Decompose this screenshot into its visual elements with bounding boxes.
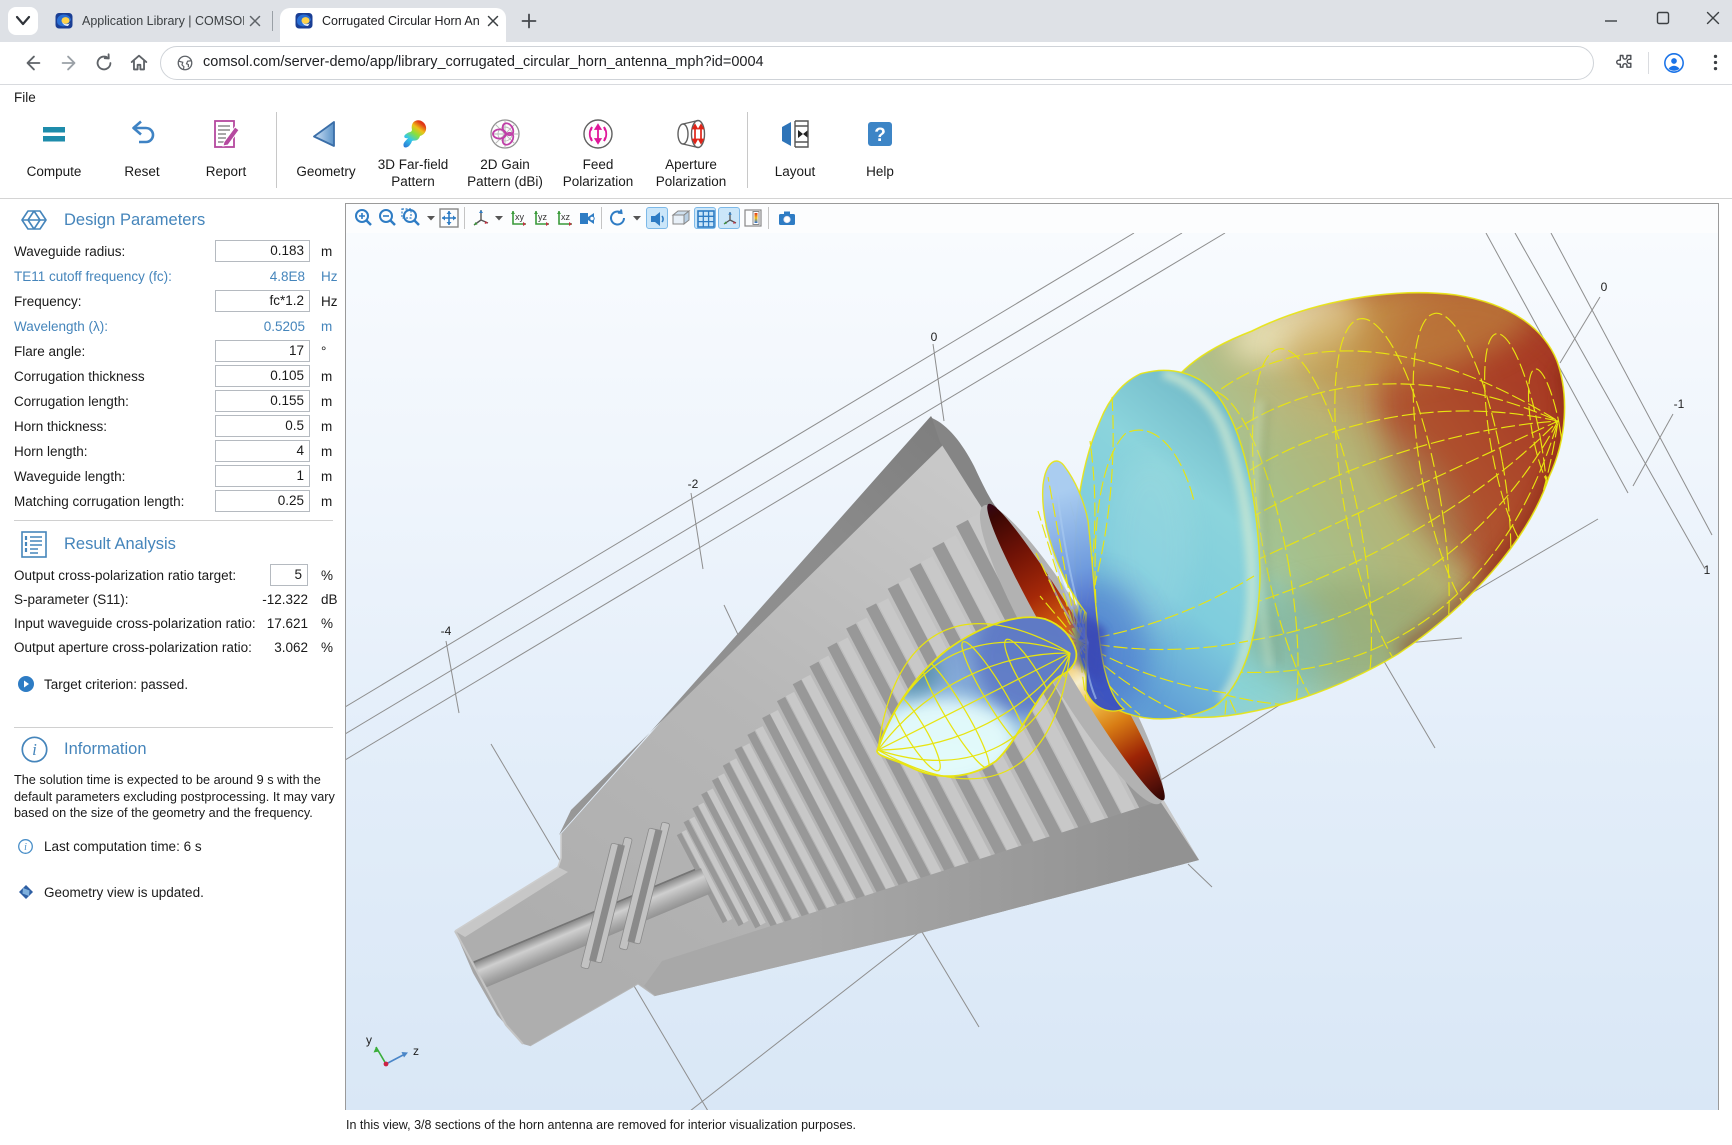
- svg-text:-2: -2: [688, 477, 699, 491]
- svg-text:z: z: [413, 1044, 419, 1058]
- svg-text:-4: -4: [441, 624, 452, 638]
- svg-text:y: y: [366, 1033, 372, 1047]
- svg-text:xy: xy: [515, 212, 525, 222]
- svg-text:xz: xz: [561, 212, 571, 222]
- svg-text:i: i: [32, 740, 37, 759]
- svg-text:i: i: [24, 842, 27, 853]
- svg-text:0: 0: [931, 330, 938, 344]
- svg-text:1: 1: [1704, 563, 1711, 577]
- svg-text:0: 0: [1601, 280, 1608, 294]
- svg-text:?: ?: [874, 125, 886, 146]
- svg-text:yz: yz: [538, 212, 548, 222]
- svg-text:-1: -1: [1674, 397, 1685, 411]
